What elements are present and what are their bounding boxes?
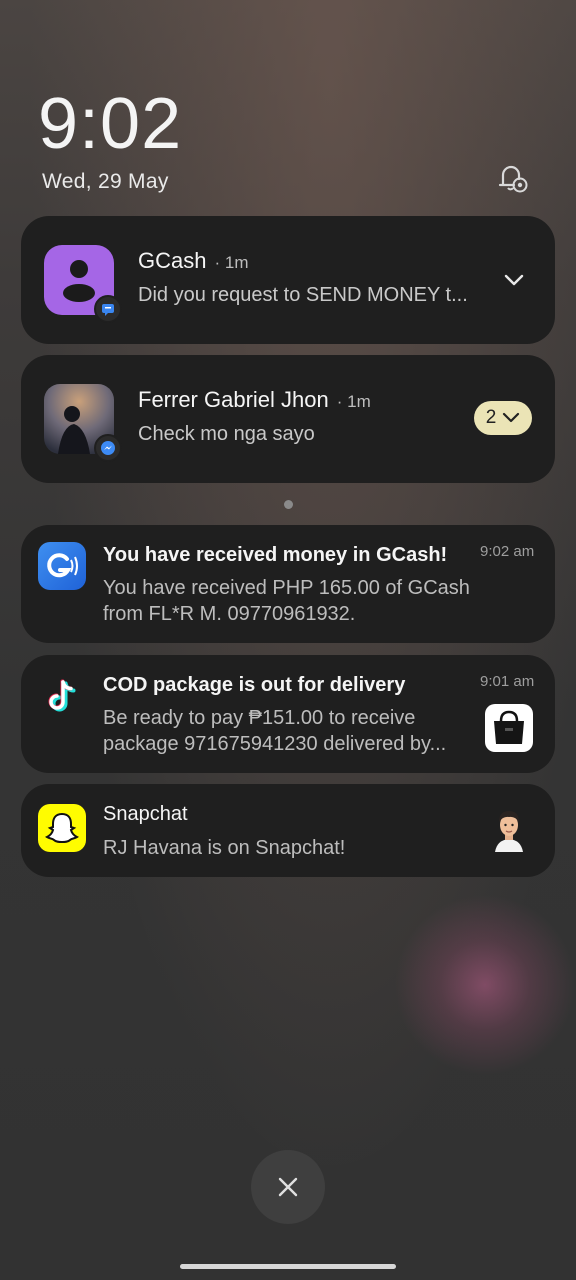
notification-body-line: from FL*R M. 09770961932. [103, 603, 356, 625]
notification-age: · 1m [336, 392, 371, 411]
notification-time: 9:02 am [480, 543, 535, 560]
tiktok-icon [38, 672, 86, 720]
notification-text: Check mo nga sayo [138, 423, 315, 445]
notification-sender-name: Ferrer Gabriel Jhon [138, 387, 329, 412]
notification-body: You have received PHP 165.00 of GCash fr… [103, 575, 483, 627]
notification-body: RJ Havana is on Snapchat! [103, 835, 483, 861]
clear-all-button[interactable] [251, 1150, 325, 1224]
notification-card-snapchat[interactable]: Snapchat RJ Havana is on Snapchat! [21, 784, 555, 877]
lockscreen-clock: 9:02 [38, 84, 183, 164]
notification-age: · 1m [214, 253, 249, 272]
notification-body-line: RJ Havana is on Snapchat! [103, 837, 346, 859]
notification-body-line: Be ready to pay ₱151.00 to receive [103, 707, 416, 729]
notification-settings-icon[interactable] [494, 160, 532, 198]
notification-title: COD package is out for delivery [103, 674, 406, 696]
notification-body: Be ready to pay ₱151.00 to receive packa… [103, 705, 475, 757]
messenger-icon [94, 434, 122, 462]
lockscreen-date: Wed, 29 May [42, 170, 169, 193]
message-icon [94, 295, 122, 323]
message-count-expand-button[interactable]: 2 [474, 401, 532, 435]
notification-card-gcash[interactable]: GCash · 1m Did you request to SEND MONEY… [21, 216, 555, 344]
snapchat-icon [38, 804, 86, 852]
notification-app-name: GCash [138, 248, 207, 273]
notification-text: Did you request to SEND MONEY t... [138, 284, 468, 306]
message-count: 2 [485, 407, 497, 428]
contact-avatar [44, 384, 122, 462]
notification-body-line: package 971675941230 delivered by... [103, 733, 447, 755]
close-icon [278, 1177, 298, 1197]
bitmoji-avatar [485, 804, 533, 852]
chevron-down-icon [503, 412, 520, 423]
gcash-icon [38, 542, 86, 590]
notification-time: 9:01 am [480, 673, 535, 690]
notification-card-tiktok[interactable]: COD package is out for delivery 9:01 am … [21, 655, 555, 773]
page-indicator-dot [284, 500, 293, 509]
notification-body-line: You have received PHP 165.00 of GCash [103, 577, 470, 599]
chevron-down-icon [504, 274, 524, 286]
home-indicator-bar[interactable] [180, 1264, 396, 1269]
product-bag-thumbnail [485, 704, 533, 752]
expand-button[interactable] [497, 263, 531, 297]
notification-title: You have received money in GCash! [103, 544, 448, 566]
notification-card-messenger[interactable]: Ferrer Gabriel Jhon · 1m Check mo nga sa… [21, 355, 555, 483]
notification-title: Snapchat [103, 803, 188, 825]
notification-card-gcash-received[interactable]: You have received money in GCash! 9:02 a… [21, 525, 555, 643]
gcash-profile-icon [44, 245, 122, 323]
